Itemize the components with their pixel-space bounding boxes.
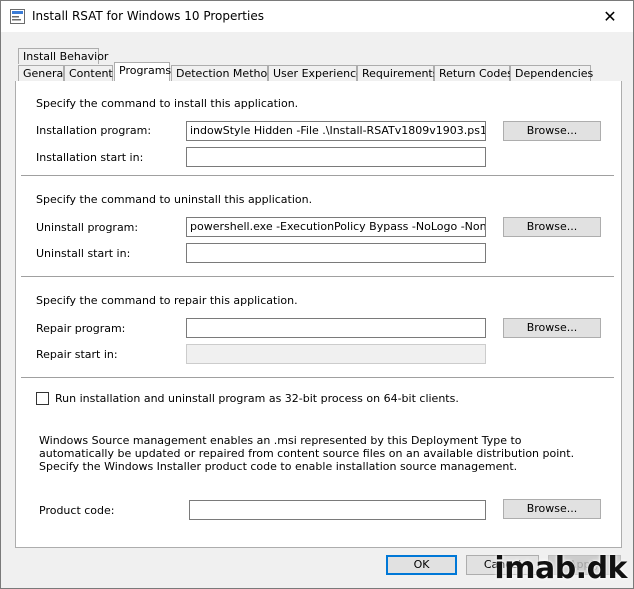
repair-program-input[interactable] [186,318,486,338]
run-32bit-checkbox[interactable] [36,392,49,405]
tab-detection-method[interactable]: Detection Method [171,65,274,81]
product-code-browse-button[interactable]: Browse... [503,499,601,519]
uninstall-start-in-label: Uninstall start in: [36,247,131,260]
uninstall-start-in-input[interactable] [186,243,486,263]
section-separator [21,276,614,278]
product-code-input[interactable] [189,500,486,520]
repair-heading: Specify the command to repair this appli… [36,294,298,307]
window-title: Install RSAT for Windows 10 Properties [32,9,264,23]
uninstall-program-input[interactable]: powershell.exe -ExecutionPolicy Bypass -… [186,217,486,237]
properties-dialog: Install RSAT for Windows 10 Properties ✕… [0,0,634,589]
repair-browse-button[interactable]: Browse... [503,318,601,338]
uninstall-browse-button[interactable]: Browse... [503,217,601,237]
tab-requirements[interactable]: Requirements [357,65,438,81]
uninstall-heading: Specify the command to uninstall this ap… [36,193,313,206]
tab-programs[interactable]: Programs [114,62,171,81]
installation-start-in-label: Installation start in: [36,151,144,164]
install-heading: Specify the command to install this appl… [36,97,299,110]
tab-dependencies[interactable]: Dependencies [510,65,593,81]
installation-program-input[interactable]: indowStyle Hidden -File .\Install-RSATv1… [186,121,486,141]
repair-start-in-label: Repair start in: [36,348,118,361]
repair-program-label: Repair program: [36,322,126,335]
section-separator [21,175,614,177]
app-icon [10,9,25,24]
run-32bit-label[interactable]: Run installation and uninstall program a… [55,392,459,405]
tab-content[interactable]: Content [64,65,113,81]
uninstall-program-label: Uninstall program: [36,221,139,234]
watermark-logo: imab.dk [494,551,627,586]
section-separator [21,377,614,379]
repair-start-in-input [186,344,486,364]
ok-button[interactable]: OK [386,555,457,575]
tab-return-codes[interactable]: Return Codes [434,65,513,81]
close-icon: ✕ [603,7,617,26]
tab-general[interactable]: General [18,65,66,81]
title-bar: Install RSAT for Windows 10 Properties ✕ [1,1,633,32]
installation-start-in-input[interactable] [186,147,486,167]
close-button[interactable]: ✕ [587,1,633,32]
tab-install-behavior[interactable]: Install Behavior [18,48,108,64]
tab-user-experience[interactable]: User Experience [268,65,363,81]
install-browse-button[interactable]: Browse... [503,121,601,141]
source-management-description: Windows Source management enables an .ms… [39,434,575,473]
product-code-label: Product code: [39,504,115,517]
installation-program-label: Installation program: [36,124,152,137]
